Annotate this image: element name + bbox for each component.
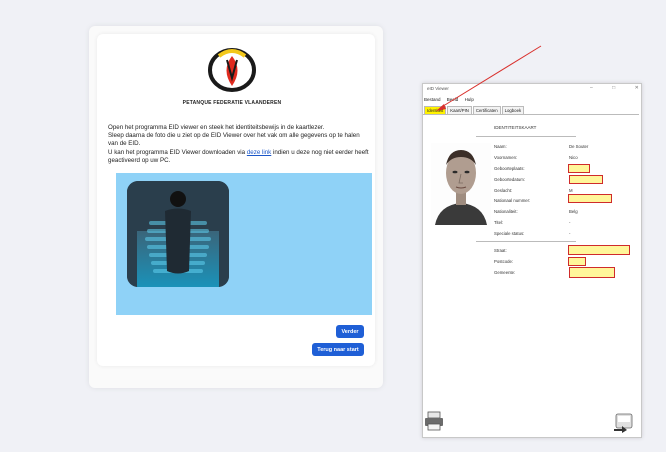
menu-bar: Bestand Beeld Hulp: [424, 97, 479, 102]
back-to-start-button[interactable]: Terug naar start: [312, 343, 364, 356]
organization-name: PETANQUE FEDERATIE VLAANDEREN: [182, 100, 282, 106]
menu-hulp[interactable]: Hulp: [465, 97, 474, 102]
printer-icon[interactable]: [424, 411, 444, 431]
label-gemeente: Gemeente:: [494, 270, 516, 275]
label-nationaal-nummer: Nationaal nummer:: [494, 198, 531, 203]
redacted-geboorteplaats: [568, 164, 590, 173]
download-link[interactable]: deze link: [247, 149, 271, 156]
value-voornamen: Nico: [569, 155, 578, 160]
redacted-straat: [568, 245, 630, 255]
value-speciale-status: -: [569, 231, 571, 236]
label-geboorteplaats: Geboorteplaats:: [494, 166, 525, 171]
tab-divider: [423, 114, 639, 115]
eid-app-icon: [127, 181, 229, 287]
id-photo[interactable]: [431, 143, 491, 225]
address-divider: [476, 241, 576, 242]
label-naam: Naam:: [494, 144, 507, 149]
instruction-line-3: U kan het programma EID Viewer downloade…: [108, 149, 370, 165]
window-title: eID Viewer: [427, 86, 449, 91]
menu-bestand[interactable]: Bestand: [424, 97, 441, 102]
value-titel: -: [569, 220, 571, 225]
redacted-gemeente: [569, 267, 615, 278]
value-geslacht: M: [569, 188, 573, 193]
redacted-nationaal-nummer: [568, 194, 612, 203]
redacted-postcode: [568, 257, 586, 266]
card-title: IDENTITEITSKAART: [494, 125, 537, 130]
label-nationaliteit: Nationaliteit:: [494, 209, 518, 214]
instruction-line-1: Open het programma EID viewer en steek h…: [108, 124, 325, 131]
instruction-line-2: Sleep daarna de foto die u ziet op de EI…: [108, 132, 360, 148]
value-naam: De Souter: [569, 144, 589, 149]
exit-icon[interactable]: [612, 411, 636, 433]
redacted-geboortedatum: [569, 175, 603, 184]
label-geboortedatum: Geboortedatum:: [494, 177, 526, 182]
menu-beeld[interactable]: Beeld: [447, 97, 459, 102]
label-speciale-status: Speciale status:: [494, 231, 525, 236]
instructions-text: Open het programma EID viewer en steek h…: [108, 124, 370, 165]
value-nationaliteit: Belg: [569, 209, 578, 214]
label-geslacht: Geslacht:: [494, 188, 513, 193]
next-button[interactable]: Verder: [336, 325, 364, 338]
federation-logo: [208, 48, 256, 92]
label-postcode: Postcode:: [494, 259, 514, 264]
window-controls[interactable]: – □ ✕: [590, 85, 648, 91]
instruction-line-3-start: U kan het programma EID Viewer downloade…: [108, 148, 247, 156]
divider: [476, 136, 576, 137]
label-voornamen: Voornamen:: [494, 155, 518, 160]
label-titel: Titel:: [494, 220, 504, 225]
label-straat: Straat:: [494, 248, 507, 253]
